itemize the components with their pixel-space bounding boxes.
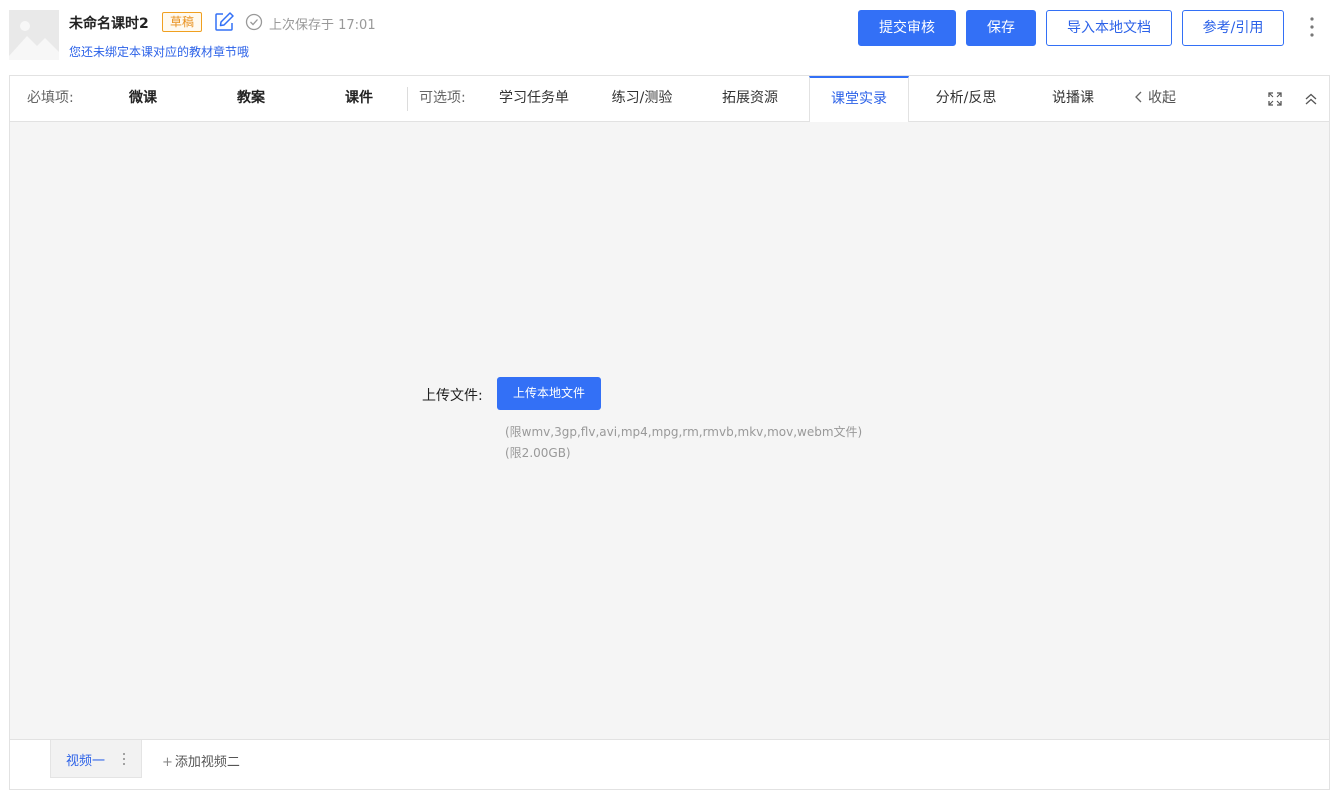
course-thumbnail[interactable] xyxy=(9,10,59,60)
video-tab-1[interactable]: 视频一 xyxy=(50,740,142,778)
upload-area: 上传文件: 上传本地文件 (限wmv,3gp,flv,avi,mp4,mpg,r… xyxy=(10,122,1329,739)
upload-file-label: 上传文件: xyxy=(422,388,483,404)
tab-lesson-plan[interactable]: 教案 xyxy=(222,76,280,122)
tab-micro-lesson[interactable]: 微课 xyxy=(114,76,172,122)
optional-label: 可选项: xyxy=(419,90,466,106)
file-format-hint: (限wmv,3gp,flv,avi,mp4,mpg,rm,rmvb,mkv,mo… xyxy=(505,425,863,439)
tab-analysis-reflection[interactable]: 分析/反思 xyxy=(922,76,1010,122)
more-vertical-icon[interactable] xyxy=(121,751,127,767)
header: 未命名课时2 草稿 上次保存于 17:01 您还未绑定本课对应的教材章节哦 提交… xyxy=(0,0,1335,75)
edit-icon[interactable] xyxy=(213,11,235,33)
tab-lecture-broadcast[interactable]: 说播课 xyxy=(1040,76,1106,122)
image-placeholder-icon xyxy=(9,10,59,60)
tab-classroom-record[interactable]: 课堂实录 xyxy=(809,76,909,123)
tab-task-sheet[interactable]: 学习任务单 xyxy=(490,76,578,122)
upload-local-file-button[interactable]: 上传本地文件 xyxy=(497,377,601,410)
content-panel: 必填项: 微课 教案 课件 可选项: 学习任务单 练习/测验 拓展资源 课堂实录… xyxy=(9,75,1330,790)
course-title: 未命名课时2 xyxy=(69,16,149,32)
chevron-left-icon xyxy=(1135,91,1142,103)
add-video-button[interactable]: + 添加视频二 xyxy=(162,751,240,770)
save-button[interactable]: 保存 xyxy=(966,10,1036,46)
bind-chapter-link[interactable]: 您还未绑定本课对应的教材章节哦 xyxy=(69,43,249,60)
plus-icon: + xyxy=(162,755,173,770)
reference-button[interactable]: 参考/引用 xyxy=(1182,10,1284,46)
tab-bar: 必填项: 微课 教案 课件 可选项: 学习任务单 练习/测验 拓展资源 课堂实录… xyxy=(10,76,1329,123)
tab-exercise[interactable]: 练习/测验 xyxy=(600,76,684,122)
chevron-up-icon[interactable] xyxy=(1303,91,1319,107)
collapse-label: 收起 xyxy=(1148,90,1176,106)
submit-review-button[interactable]: 提交审核 xyxy=(858,10,956,46)
collapse-tabs-button[interactable]: 收起 xyxy=(1134,76,1176,122)
file-size-hint: (限2.00GB) xyxy=(505,446,571,460)
check-circle-icon xyxy=(245,13,263,31)
status-badge: 草稿 xyxy=(162,12,203,32)
tab-divider xyxy=(407,87,408,111)
tab-extended-resources[interactable]: 拓展资源 xyxy=(708,76,792,122)
import-local-doc-button[interactable]: 导入本地文档 xyxy=(1046,10,1172,46)
tab-courseware[interactable]: 课件 xyxy=(330,76,388,122)
fullscreen-icon[interactable] xyxy=(1267,91,1283,107)
add-video-label: 添加视频二 xyxy=(174,755,240,770)
video-tab-bar: 视频一 + 添加视频二 xyxy=(10,739,1329,789)
required-label: 必填项: xyxy=(27,90,74,106)
last-saved-text: 上次保存于 17:01 xyxy=(269,18,376,33)
video-tab-label: 视频一 xyxy=(66,754,106,769)
more-vertical-icon[interactable] xyxy=(1302,14,1322,40)
